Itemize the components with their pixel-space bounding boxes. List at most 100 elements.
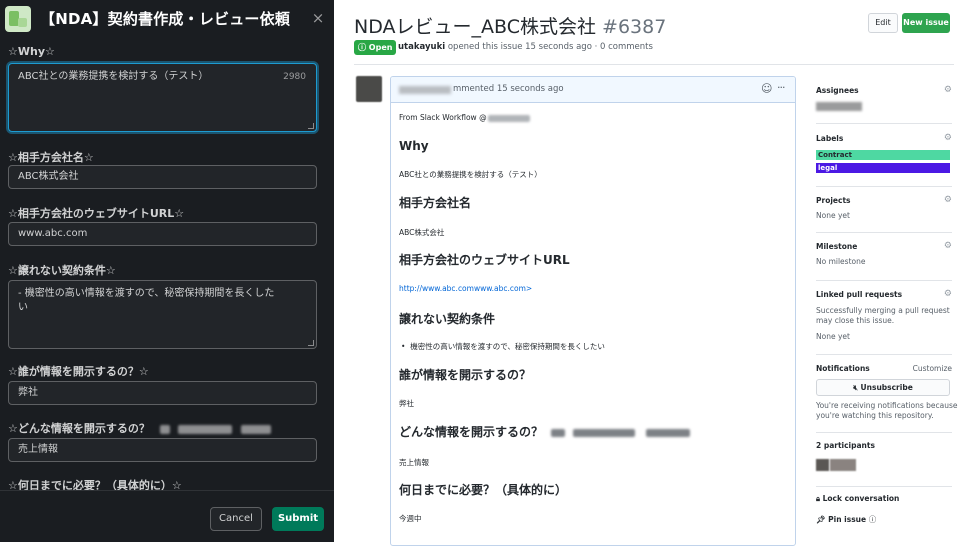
redacted-text [573,428,636,437]
discloser-label: ☆誰が情報を開示するの？☆ [8,365,149,378]
slack-modal: 【NDA】契約書作成・レビュー依頼 × ☆Why☆ ABC社との業務提携を検討す… [0,0,334,542]
notify-desc-line: You're receiving notifications because [816,401,958,410]
section-body: 売上情報 [399,458,429,467]
unsubscribe-button[interactable]: 🔇︎ Unsubscribe [816,379,950,396]
section-heading-text: どんな情報を開示するの？ [399,425,544,439]
gear-icon[interactable]: ⚙ [944,85,952,95]
milestone-title: Milestone [816,242,858,251]
redacted-author [399,86,451,94]
section-heading: 相手方会社のウェブサイトURL [399,253,570,267]
gear-icon[interactable]: ⚙ [944,289,952,299]
emoji-reaction-icon[interactable]: ☺ [761,82,772,95]
unsubscribe-label: Unsubscribe [860,383,913,392]
char-counter: 2980 [283,72,306,82]
lock-label: Lock conversation [822,494,900,503]
notify-desc-line: you're watching this repository. [816,411,934,420]
label-legal[interactable]: legal [816,163,950,173]
from-workflow-text: From Slack Workflow @ [399,113,530,122]
section-body: 弊社 [399,399,414,408]
section-heading: 何日までに必要？（具体的に） [399,483,568,497]
avatar[interactable] [816,102,862,111]
author-link[interactable]: utakayuki [398,42,445,52]
issue-number: #6387 [602,16,667,38]
info-type-input[interactable]: 売上情報 [8,438,317,462]
participant-avatar[interactable] [830,459,856,471]
list-item-text: 機密性の高い情報を渡すので、秘密保持期間を長くしたい [410,342,605,351]
close-icon[interactable]: × [308,8,328,28]
new-issue-button[interactable]: New issue [902,13,950,33]
redacted-text [177,424,232,434]
website-label: ☆相手方会社のウェブサイトURL☆ [8,207,185,220]
section-heading: 相手方会社名 [399,196,472,210]
linked-pr-desc: may close this issue. [816,316,895,325]
label-contract[interactable]: Contract [816,150,950,160]
avatar[interactable] [356,76,382,102]
mute-icon: 🔇︎ [853,383,858,392]
divider [816,123,952,124]
website-input[interactable]: www.abc.com [8,222,317,246]
divider [816,354,952,355]
redacted-text [241,424,272,434]
linked-pr-desc: Successfully merging a pull request [816,306,950,315]
company-name-label: ☆相手方会社名☆ [8,151,94,164]
opened-text: opened this issue 15 seconds ago · 0 com… [447,42,653,52]
edit-button[interactable]: Edit [868,13,898,33]
redacted-text [159,424,170,434]
cancel-button[interactable]: Cancel [210,507,262,531]
website-link[interactable]: http://www.abc.comwww.abc.com> [399,284,532,293]
discloser-input[interactable]: 弊社 [8,381,317,405]
from-workflow-label: From Slack Workflow @ [399,113,487,122]
linked-pr-value: None yet [816,332,850,341]
status-text: Open [368,43,393,52]
participants-title: 2 participants [816,441,875,450]
submit-button[interactable]: Submit [272,507,324,531]
redacted-text [551,428,566,437]
redacted-text [487,114,530,122]
comment-meta: mmented 15 seconds ago [453,84,564,94]
issue-title-text: NDAレビュー_ABC株式会社 [354,16,596,38]
github-issue-page: NDAレビュー_ABC株式会社 #6387 Edit New issue ⓘ O… [334,0,970,546]
conditions-textarea[interactable]: - 機密性の高い情報を渡すので、秘密保持期間を長くしたい [8,280,317,349]
list-item: • 機密性の高い情報を渡すので、秘密保持期間を長くしたい [401,341,605,352]
lock-row: 🔒︎ Lock conversation [816,494,899,504]
redacted-text [645,428,690,437]
projects-value: None yet [816,211,850,220]
resize-handle[interactable] [308,123,314,129]
section-body: 今週中 [399,514,422,523]
issue-title: NDAレビュー_ABC株式会社 #6387 [354,12,666,39]
section-body: ABC社との業務提携を検討する（テスト） [399,170,542,179]
more-options-icon[interactable]: ··· [777,81,785,94]
participant-avatar[interactable] [816,459,829,471]
customize-link[interactable]: Customize [913,364,952,374]
company-name-input[interactable]: ABC株式会社 [8,165,317,189]
section-heading: Why [399,139,429,153]
info-type-label: ☆どんな情報を開示するの？ [8,420,272,436]
resize-handle[interactable] [308,340,314,346]
divider [816,232,952,233]
gear-icon[interactable]: ⚙ [944,133,952,143]
gear-icon[interactable]: ⚙ [944,241,952,251]
why-label: ☆Why☆ [8,45,55,58]
workflow-app-icon [5,6,31,32]
section-heading: 誰が情報を開示するの？ [399,368,532,382]
modal-footer: Cancel Submit [0,490,334,542]
labels-title: Labels [816,134,844,143]
pin-label: Pin issue [828,515,867,524]
divider [816,432,952,433]
bullet: • [401,342,411,351]
assignees-title: Assignees [816,86,859,95]
conditions-label: ☆譲れない契約条件☆ [8,264,116,277]
modal-title: 【NDA】契約書作成・レビュー依頼 [40,10,291,28]
pin-row: 📌︎ Pin issue ⓘ [816,514,876,525]
why-textarea[interactable]: ABC社との業務提携を検討する（テスト） 2980 [8,63,317,132]
modal-header: 【NDA】契約書作成・レビュー依頼 × [0,0,334,40]
section-body: ABC株式会社 [399,228,445,237]
why-value: ABC社との業務提携を検討する（テスト） [18,71,209,82]
linked-pr-title: Linked pull requests [816,290,903,299]
info-icon: ⓘ [868,515,877,524]
issue-meta: utakayuki opened this issue 15 seconds a… [398,42,653,52]
notifications-title: Notifications [816,364,870,373]
divider [816,280,952,281]
gear-icon[interactable]: ⚙ [944,195,952,205]
divider [816,486,952,487]
